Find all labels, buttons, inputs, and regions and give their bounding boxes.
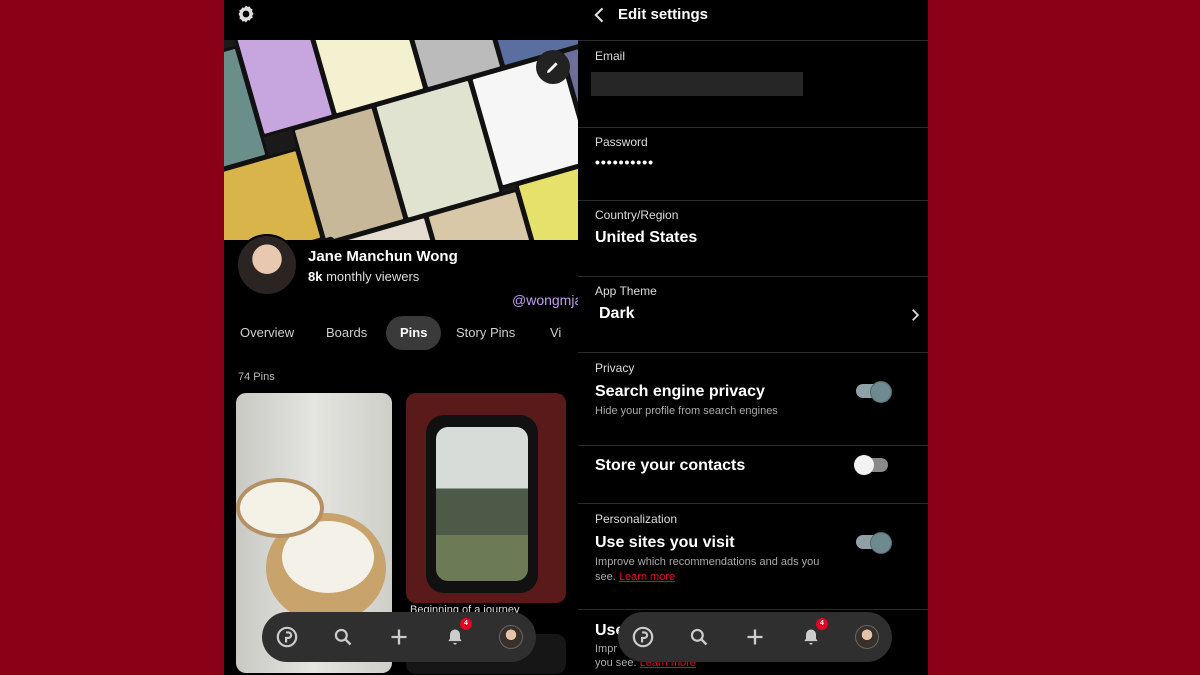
bell-icon[interactable]: 4 xyxy=(798,618,828,650)
email-label: Email xyxy=(595,49,626,63)
personalization-label: Personalization xyxy=(595,512,678,526)
chevron-right-icon[interactable] xyxy=(908,307,922,323)
pin-count: 74 Pins xyxy=(238,371,275,383)
app-theme-row[interactable]: App Theme Dark xyxy=(578,277,928,353)
plus-icon[interactable] xyxy=(742,624,768,650)
tab-videos[interactable]: Vi xyxy=(550,316,561,350)
notification-badge: 4 xyxy=(460,618,472,630)
learn-more-link[interactable]: Learn more xyxy=(619,571,675,583)
pin-image-detail xyxy=(436,427,528,581)
toggle-knob xyxy=(870,381,892,403)
store-contacts-title: Store your contacts xyxy=(595,457,746,474)
watermark: @wongmjane xyxy=(512,292,578,308)
store-contacts-toggle[interactable] xyxy=(854,455,888,475)
tab-story-pins[interactable]: Story Pins xyxy=(456,316,515,350)
password-field[interactable]: •••••••••• xyxy=(595,154,654,170)
settings-header: Edit settings xyxy=(578,0,928,41)
password-row[interactable]: Password •••••••••• xyxy=(578,128,928,201)
edit-cover-button[interactable] xyxy=(536,50,570,84)
app-theme-value: Dark xyxy=(599,305,635,322)
email-field[interactable] xyxy=(591,72,803,96)
pin-image-detail xyxy=(236,478,324,538)
contacts-row: Store your contacts xyxy=(578,446,928,504)
profile-nav-avatar[interactable] xyxy=(854,624,880,650)
bell-icon[interactable]: 4 xyxy=(442,618,472,650)
plus-icon[interactable] xyxy=(386,624,412,650)
viewers-count: 8k xyxy=(308,269,323,284)
pencil-icon xyxy=(547,62,558,73)
profile-cover-collage xyxy=(224,40,578,240)
profile-nav-avatar[interactable] xyxy=(498,624,524,650)
use-sites-title: Use sites you visit xyxy=(595,534,735,551)
search-icon[interactable] xyxy=(330,624,356,650)
profile-name: Jane Manchun Wong xyxy=(308,248,458,265)
country-row[interactable]: Country/Region United States xyxy=(578,201,928,277)
pin-card-train-window[interactable] xyxy=(406,393,566,603)
search-privacy-title: Search engine privacy xyxy=(595,383,765,400)
back-arrow-icon[interactable] xyxy=(590,5,610,25)
search-privacy-desc: Hide your profile from search engines xyxy=(595,405,778,417)
tab-overview[interactable]: Overview xyxy=(240,316,294,350)
page-title: Edit settings xyxy=(618,6,709,23)
country-label: Country/Region xyxy=(595,208,679,222)
tab-pins[interactable]: Pins xyxy=(386,316,442,350)
avatar xyxy=(855,625,879,649)
personalization-row: Personalization Use sites you visit Impr… xyxy=(578,504,928,610)
toggle-knob xyxy=(870,532,892,554)
settings-screen: Edit settings Email Password •••••••••• … xyxy=(578,0,928,675)
tab-boards[interactable]: Boards xyxy=(326,316,367,350)
profile-screen: Jane Manchun Wong 8k monthly viewers @wo… xyxy=(224,0,578,675)
app-theme-label: App Theme xyxy=(595,284,657,298)
use-sites-desc: Improve which recommendations and ads yo… xyxy=(595,555,825,585)
notification-badge: 4 xyxy=(816,618,828,630)
home-icon[interactable] xyxy=(630,624,656,650)
privacy-row: Privacy Search engine privacy Hide your … xyxy=(578,353,928,446)
privacy-label: Privacy xyxy=(595,361,635,375)
bottom-nav: 4 xyxy=(618,612,892,662)
toggle-knob xyxy=(854,455,874,475)
country-value: United States xyxy=(595,229,698,246)
profile-viewers: 8k monthly viewers xyxy=(308,269,419,284)
profile-avatar[interactable] xyxy=(236,234,298,296)
viewers-label: monthly viewers xyxy=(326,269,420,284)
settings-gear-icon[interactable] xyxy=(236,4,256,24)
use-sites-toggle[interactable] xyxy=(856,532,892,554)
search-privacy-toggle[interactable] xyxy=(856,381,892,403)
profile-tabs: Overview Boards Pins Story Pins Vi xyxy=(224,316,578,350)
search-icon[interactable] xyxy=(686,624,712,650)
avatar xyxy=(499,625,523,649)
home-icon[interactable] xyxy=(274,624,300,650)
password-label: Password xyxy=(595,135,648,149)
bottom-nav: 4 xyxy=(262,612,536,662)
